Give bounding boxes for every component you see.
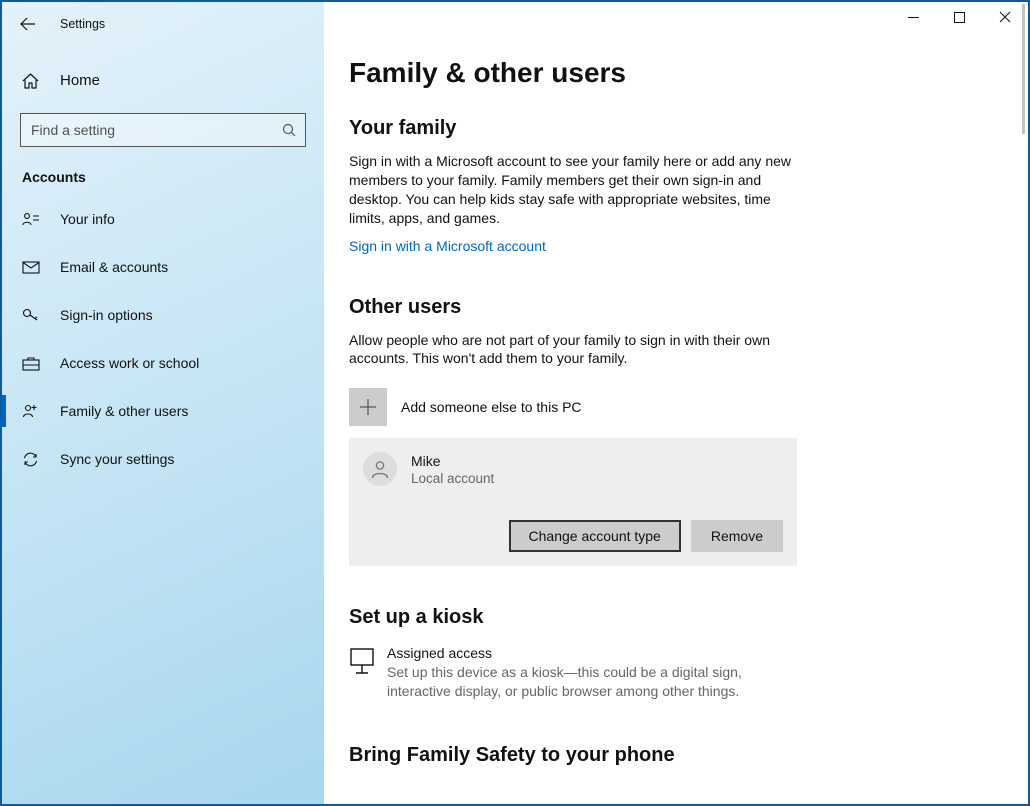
user-account-type: Local account <box>411 471 494 486</box>
sidebar-item-label: Sign-in options <box>60 307 153 323</box>
change-account-type-button[interactable]: Change account type <box>509 520 681 552</box>
minimize-button[interactable] <box>890 2 936 32</box>
sidebar-item-access-work[interactable]: Access work or school <box>2 339 324 387</box>
sidebar-item-signin-options[interactable]: Sign-in options <box>2 291 324 339</box>
sidebar-item-label: Sync your settings <box>60 451 174 467</box>
assigned-access-description: Set up this device as a kiosk—this could… <box>387 663 789 699</box>
family-safety-heading: Bring Family Safety to your phone <box>349 744 1008 767</box>
back-button[interactable] <box>20 15 38 33</box>
user-card[interactable]: Mike Local account Change account type R… <box>349 438 797 566</box>
user-name: Mike <box>411 453 494 469</box>
sidebar-item-label: Access work or school <box>60 355 199 371</box>
briefcase-icon <box>22 356 44 371</box>
home-label: Home <box>60 72 100 89</box>
other-users-description: Allow people who are not part of your fa… <box>349 331 794 369</box>
search-icon <box>282 123 296 137</box>
remove-user-button[interactable]: Remove <box>691 520 783 552</box>
family-heading: Your family <box>349 117 1008 140</box>
page-title: Family & other users <box>349 57 1008 89</box>
key-icon <box>22 308 44 322</box>
main-content: Family & other users Your family Sign in… <box>324 2 1028 804</box>
sidebar-item-label: Your info <box>60 211 115 227</box>
sidebar-item-label: Email & accounts <box>60 259 168 275</box>
sidebar-home[interactable]: Home <box>2 62 324 99</box>
your-info-icon <box>22 212 44 226</box>
plus-icon <box>349 388 387 426</box>
family-description: Sign in with a Microsoft account to see … <box>349 152 794 228</box>
maximize-button[interactable] <box>936 2 982 32</box>
kiosk-heading: Set up a kiosk <box>349 606 1008 629</box>
scrollbar[interactable] <box>1022 4 1025 134</box>
kiosk-icon <box>349 645 375 675</box>
home-icon <box>22 73 44 89</box>
other-users-heading: Other users <box>349 296 1008 319</box>
sidebar-item-your-info[interactable]: Your info <box>2 195 324 243</box>
window-title: Settings <box>60 17 105 31</box>
sidebar-item-sync-settings[interactable]: Sync your settings <box>2 435 324 483</box>
sync-icon <box>22 452 44 467</box>
add-someone-label: Add someone else to this PC <box>401 399 582 415</box>
email-icon <box>22 261 44 274</box>
assigned-access-button[interactable]: Assigned access Set up this device as a … <box>349 645 789 699</box>
settings-sidebar: Settings Home Accounts Your info <box>2 2 324 804</box>
sidebar-item-family-other-users[interactable]: Family & other users <box>2 387 324 435</box>
assigned-access-title: Assigned access <box>387 645 789 661</box>
signin-microsoft-link[interactable]: Sign in with a Microsoft account <box>349 238 546 254</box>
sidebar-item-label: Family & other users <box>60 403 188 419</box>
category-heading: Accounts <box>22 169 324 185</box>
search-input[interactable] <box>20 113 306 147</box>
add-someone-button[interactable]: Add someone else to this PC <box>349 388 1008 426</box>
people-icon <box>22 404 44 419</box>
user-avatar-icon <box>363 452 397 486</box>
sidebar-item-email-accounts[interactable]: Email & accounts <box>2 243 324 291</box>
